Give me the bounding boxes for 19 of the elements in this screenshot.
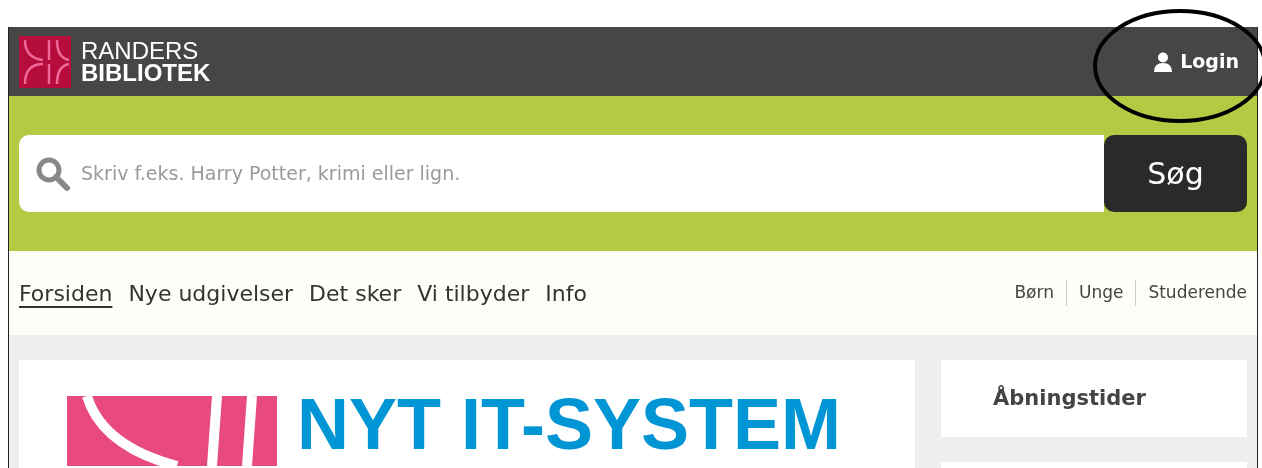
library-logo-icon [19,35,71,88]
audience-link[interactable]: Studerende [1135,280,1247,306]
search-button[interactable]: Søg [1104,135,1247,212]
logo-text: BIBLIOTEK [81,61,211,84]
banner-headline: NYT IT-SYSTEM [297,393,842,455]
logo-text: RANDERS [81,39,200,62]
search-field[interactable]: Skriv f.eks. Harry Potter, krimi eller lign. [81,159,1104,188]
nav-link[interactable]: Det sker [309,276,402,310]
login-button[interactable]: Login [1154,47,1239,76]
nav-link[interactable]: Nye udgivelser [128,276,294,310]
user-icon [1154,51,1173,72]
audience-link[interactable]: Børn [1002,280,1066,306]
nav-link[interactable]: Forsiden [19,276,113,310]
search-box[interactable]: Skriv f.eks. Harry Potter, krimi eller lign. [19,135,1104,212]
audience-link[interactable]: Unge [1065,280,1136,306]
sidebar-card[interactable]: Åbningstider [941,360,1247,437]
nav-link[interactable]: Vi tilbyder [417,276,530,310]
nav-link[interactable]: Info [545,276,587,310]
search-icon [35,155,71,192]
